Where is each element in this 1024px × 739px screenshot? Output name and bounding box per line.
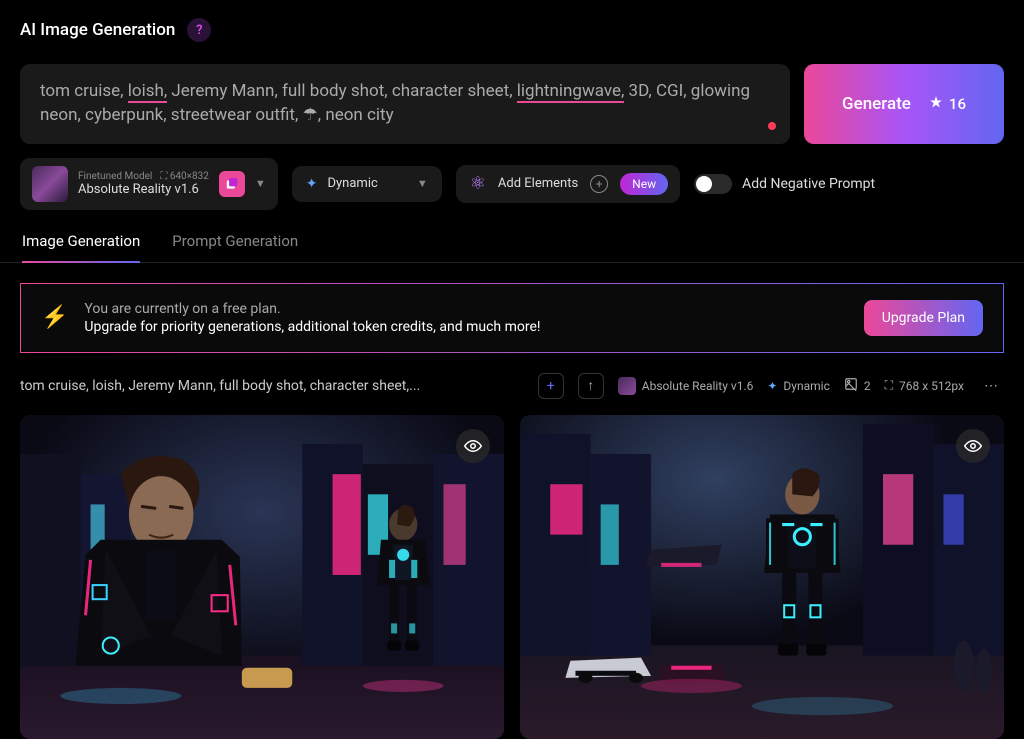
style-value: Dynamic [328,176,378,191]
add-elements-button[interactable]: ⚛ Add Elements + New [456,165,680,203]
upgrade-plan-button[interactable]: Upgrade Plan [864,300,983,336]
generated-image-2[interactable] [520,415,1004,739]
more-options-button[interactable]: ⋯ [978,373,1004,399]
style-selector[interactable]: ✦ Dynamic ▼ [292,166,442,202]
prompt-text-3: Jeremy Mann, full body shot, character s… [167,81,517,101]
result-count-chip: 2 [844,377,871,394]
tab-prompt-generation[interactable]: Prompt Generation [172,232,298,262]
preview-button[interactable] [456,429,490,463]
model-type-label: Finetuned Model [78,171,152,182]
page-title: AI Image Generation [20,20,175,40]
model-dimensions: ⛶ 640×832 [160,171,209,182]
prompt-text-1: tom cruise, [40,81,128,101]
banner-line2: Upgrade for priority generations, additi… [84,319,540,335]
atom-icon: ⚛ [470,173,486,194]
preview-button[interactable] [956,429,990,463]
tab-image-generation[interactable]: Image Generation [22,232,140,262]
plus-icon: + [590,175,608,193]
result-prompt: tom cruise, loish, Jeremy Mann, full bod… [20,378,524,394]
model-name: Absolute Reality v1.6 [78,182,209,197]
new-badge: New [620,173,668,195]
generate-label: Generate [842,94,911,114]
upgrade-banner: ⚡ You are currently on a free plan. Upgr… [20,283,1004,353]
help-icon[interactable]: ? [187,18,211,42]
result-resolution-chip: ⛶ 768 x 512px [885,378,964,393]
chevron-down-icon: ▼ [417,177,428,190]
negative-prompt-toggle[interactable] [694,174,732,194]
add-elements-label: Add Elements [498,176,578,191]
prompt-text-4: lightningwave, [517,81,625,103]
prompt-text-2: loish, [128,81,167,103]
result-style-chip: ✦ Dynamic [767,379,830,393]
chevron-down-icon: ▼ [255,177,266,190]
record-indicator [768,122,776,130]
token-icon [929,95,943,113]
add-button[interactable]: + [538,373,564,399]
prompt-textarea[interactable]: tom cruise, loish, Jeremy Mann, full bod… [20,64,790,144]
generate-button[interactable]: Generate 16 [804,64,1004,144]
upload-button[interactable]: ↑ [578,373,604,399]
token-count: 16 [949,95,966,113]
bolt-icon: ⚡ [41,305,68,330]
negative-prompt-label: Add Negative Prompt [742,176,875,192]
model-selector[interactable]: Finetuned Model ⛶ 640×832 Absolute Reali… [20,158,278,210]
generated-image-1[interactable] [20,415,504,739]
model-mini-thumb [618,377,636,395]
sparkle-icon: ✦ [306,176,318,192]
banner-line1: You are currently on a free plan. [84,301,540,317]
images-icon [844,377,858,394]
cards-icon [219,171,245,197]
result-model-chip: Absolute Reality v1.6 [618,377,754,395]
model-thumbnail [32,166,68,202]
